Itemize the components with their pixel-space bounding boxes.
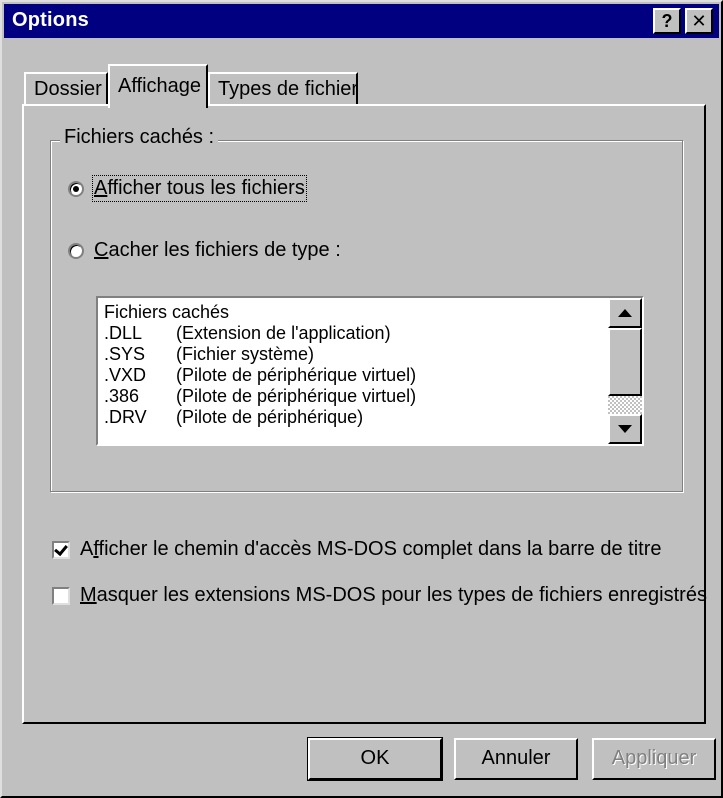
tab-dossier[interactable]: Dossier xyxy=(24,72,108,106)
tab-affichage[interactable]: Affichage xyxy=(108,64,208,108)
list-item-ext: .DRV xyxy=(104,407,147,427)
radio-hide-file-types[interactable]: Cacher les fichiers de type : xyxy=(68,239,341,262)
scroll-thumb[interactable] xyxy=(608,328,642,396)
apply-button[interactable]: Appliquer xyxy=(592,738,716,780)
tab-types-de-fichier[interactable]: Types de fichier xyxy=(208,72,358,106)
checkbox-show-full-path[interactable]: Afficher le chemin d'accès MS-DOS comple… xyxy=(52,538,662,561)
radio-indicator[interactable] xyxy=(68,242,84,259)
arrow-up-icon xyxy=(618,309,632,317)
list-item-desc: (Pilote de périphérique) xyxy=(176,407,364,427)
list-item[interactable]: .SYS (Fichier système) xyxy=(104,344,604,365)
checkbox-show-full-path-label: Afficher le chemin d'accès MS-DOS comple… xyxy=(80,538,662,560)
checkbox-hide-extensions[interactable]: Masquer les extensions MS-DOS pour les t… xyxy=(52,584,707,607)
checkbox-hide-extensions-label: Masquer les extensions MS-DOS pour les t… xyxy=(80,584,707,606)
ok-button[interactable]: OK xyxy=(307,737,443,781)
cancel-button[interactable]: Annuler xyxy=(454,738,578,780)
scroll-down-button[interactable] xyxy=(608,414,642,444)
scroll-up-button[interactable] xyxy=(608,298,642,328)
list-item[interactable]: .DRV (Pilote de périphérique) xyxy=(104,407,604,428)
checkbox-indicator[interactable] xyxy=(52,540,70,559)
radio-hide-types-label: Cacher les fichiers de type : xyxy=(94,239,341,261)
list-item-desc: (Pilote de périphérique virtuel) xyxy=(176,365,417,385)
list-item-ext: .SYS xyxy=(104,344,146,364)
radio-show-all-label: Afficher tous les fichiers xyxy=(92,175,307,202)
list-item-ext: .VXD xyxy=(104,365,147,385)
window-title: Options xyxy=(12,9,89,31)
list-item[interactable]: .386 (Pilote de périphérique virtuel) xyxy=(104,386,604,407)
list-item-desc: (Fichier système) xyxy=(176,344,315,364)
close-button[interactable]: ✕ xyxy=(685,8,713,34)
options-dialog: Options ? ✕ Dossier Affichage Types de f… xyxy=(0,0,723,798)
list-item-ext: .DLL xyxy=(104,323,143,343)
tab-strip: Dossier Affichage Types de fichier xyxy=(2,54,723,108)
list-item-ext: .386 xyxy=(104,386,140,406)
list-item[interactable]: .VXD (Pilote de périphérique virtuel) xyxy=(104,365,604,386)
close-icon: ✕ xyxy=(691,11,707,31)
checkbox-indicator[interactable] xyxy=(52,586,70,605)
title-bar[interactable]: Options ? ✕ xyxy=(4,4,719,38)
radio-indicator[interactable] xyxy=(68,180,84,197)
radio-show-all-files[interactable]: Afficher tous les fichiers xyxy=(68,175,307,202)
list-scrollbar[interactable] xyxy=(608,298,642,444)
list-item-desc: (Extension de l'application) xyxy=(176,323,391,343)
list-header: Fichiers cachés xyxy=(104,302,230,322)
hidden-files-group-label: Fichiers cachés : xyxy=(60,126,219,149)
scroll-track[interactable] xyxy=(608,396,642,414)
hidden-file-types-list[interactable]: Fichiers cachés .DLL (Extension de l'app… xyxy=(96,296,644,446)
list-item-desc: (Pilote de périphérique virtuel) xyxy=(176,386,417,406)
list-content: Fichiers cachés .DLL (Extension de l'app… xyxy=(104,302,604,428)
help-button[interactable]: ? xyxy=(653,8,681,34)
arrow-down-icon xyxy=(618,425,632,433)
list-item[interactable]: .DLL (Extension de l'application) xyxy=(104,323,604,344)
